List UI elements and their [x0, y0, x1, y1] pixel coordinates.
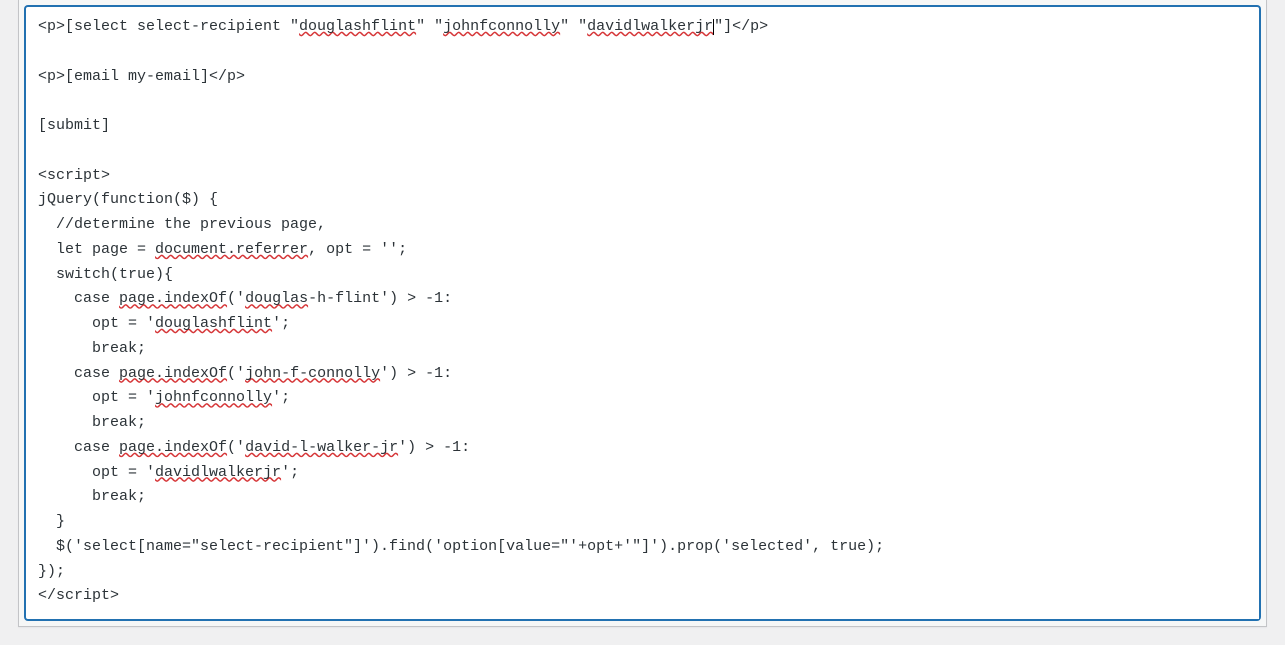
- code-line: [submit]: [38, 117, 110, 134]
- code-line: });: [38, 563, 65, 580]
- code-line: jQuery(function($) {: [38, 191, 218, 208]
- code-line: break;: [38, 488, 146, 505]
- code-line: break;: [38, 340, 146, 357]
- code-line: case page.indexOf('douglas-h-flint') > -…: [38, 290, 452, 307]
- form-code-textarea[interactable]: <p>[select select-recipient "douglashfli…: [25, 6, 1260, 620]
- code-line: case page.indexOf('john-f-connolly') > -…: [38, 365, 452, 382]
- code-line: opt = 'douglashflint';: [38, 315, 290, 332]
- code-line: opt = 'davidlwalkerjr';: [38, 464, 299, 481]
- page-wrapper: <p>[select select-recipient "douglashfli…: [0, 0, 1285, 645]
- code-line: //determine the previous page,: [38, 216, 326, 233]
- code-line: <p>[email my-email]</p>: [38, 68, 245, 85]
- editor-panel: <p>[select select-recipient "douglashfli…: [18, 0, 1267, 627]
- code-line: $('select[name="select-recipient"]').fin…: [38, 538, 884, 555]
- code-line: switch(true){: [38, 266, 173, 283]
- code-line: opt = 'johnfconnolly';: [38, 389, 290, 406]
- code-line: break;: [38, 414, 146, 431]
- code-line: case page.indexOf('david-l-walker-jr') >…: [38, 439, 470, 456]
- code-line: <script>: [38, 167, 110, 184]
- code-line: }: [38, 513, 65, 530]
- code-line: <p>[select select-recipient "douglashfli…: [38, 18, 768, 35]
- code-line: let page = document.referrer, opt = '';: [38, 241, 407, 258]
- code-line: </script>: [38, 587, 119, 604]
